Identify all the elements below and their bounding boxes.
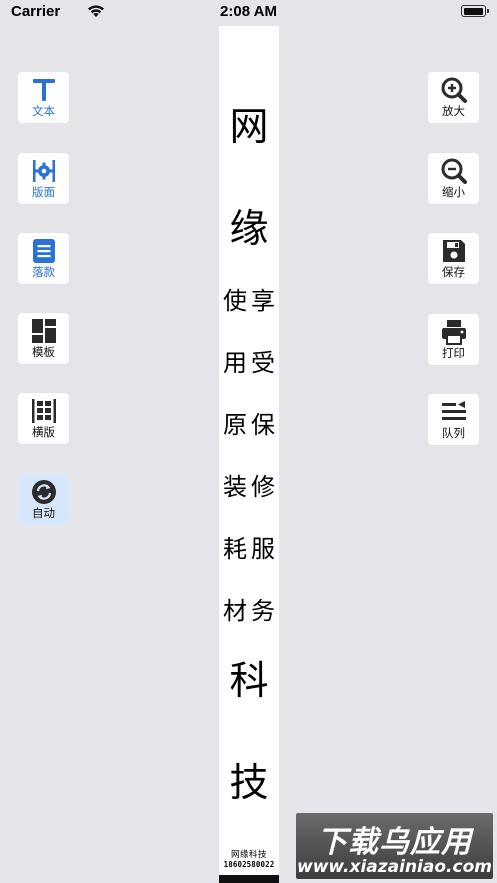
zoom-out-label: 缩小 [442, 185, 465, 199]
zoom-out-icon [441, 158, 467, 184]
status-time: 2:08 AM [220, 3, 277, 20]
text-button[interactable]: 文本 [18, 72, 69, 123]
watermark-url: www.xiazainiao.com [297, 857, 492, 877]
scroll-char: 受 [251, 349, 275, 377]
layout-button[interactable]: 版面 [18, 153, 69, 204]
text-button-label: 文本 [32, 104, 55, 118]
scroll-char: 装 [223, 473, 247, 501]
inscription-icon [32, 239, 55, 263]
scroll-char: 技 [229, 761, 269, 806]
refresh-icon [31, 480, 56, 504]
scroll-char: 耗 [223, 535, 247, 563]
scroll-char: 科 [229, 659, 269, 704]
queue-icon [441, 401, 466, 420]
scroll-char: 使 [223, 287, 247, 315]
scroll-char: 材 [223, 597, 247, 625]
scroll-char: 网 [229, 105, 269, 150]
scroll-char: 享 [251, 287, 275, 315]
inscription-button-label: 落款 [32, 265, 55, 279]
print-button[interactable]: 打印 [428, 314, 479, 365]
horizontal-layout-button[interactable]: 横版 [18, 393, 69, 444]
scroll-char: 用 [223, 349, 247, 377]
queue-button[interactable]: 队列 [428, 394, 479, 445]
print-label: 打印 [442, 346, 465, 360]
text-icon [32, 79, 55, 101]
scroll-char: 服 [251, 535, 275, 563]
save-label: 保存 [442, 265, 465, 279]
inscription-button[interactable]: 落款 [18, 233, 69, 284]
layout-button-label: 版面 [32, 185, 55, 199]
horizontal-layout-icon [31, 399, 56, 423]
scroll-bottom-bar [219, 875, 279, 883]
template-button-label: 模板 [32, 345, 55, 359]
scroll-char: 修 [251, 473, 275, 501]
scroll-signature: 网缘科技 [230, 850, 267, 860]
layout-gear-icon [32, 160, 55, 182]
save-button[interactable]: 保存 [428, 233, 479, 284]
scroll-char: 原 [223, 411, 247, 439]
zoom-in-button[interactable]: 放大 [428, 72, 479, 123]
save-icon [442, 240, 465, 262]
template-button[interactable]: 模板 [18, 313, 69, 364]
template-grid-icon [31, 319, 56, 343]
zoom-out-button[interactable]: 缩小 [428, 153, 479, 204]
battery-icon [461, 5, 489, 17]
scroll-char: 务 [251, 597, 275, 625]
queue-label: 队列 [442, 426, 465, 440]
print-icon [441, 320, 466, 345]
watermark-title: 下载乌应用 [317, 825, 472, 860]
auto-button[interactable]: 自动 [18, 474, 69, 525]
auto-button-label: 自动 [32, 506, 55, 520]
scroll-char: 保 [251, 411, 275, 439]
scroll-phone: 18602580022 [223, 860, 275, 869]
calligraphy-scroll[interactable]: 网 缘 享 受 保 修 服 务 使 用 原 装 耗 材 科 技 网缘科技 186… [219, 26, 279, 883]
scroll-char: 缘 [229, 207, 269, 252]
status-bar: Carrier 2:08 AM [0, 0, 497, 26]
zoom-in-icon [441, 77, 467, 103]
watermark-logo: 下载乌应用 www.xiazainiao.com [296, 813, 493, 879]
zoom-in-label: 放大 [442, 104, 465, 118]
horizontal-layout-button-label: 横版 [32, 425, 55, 439]
